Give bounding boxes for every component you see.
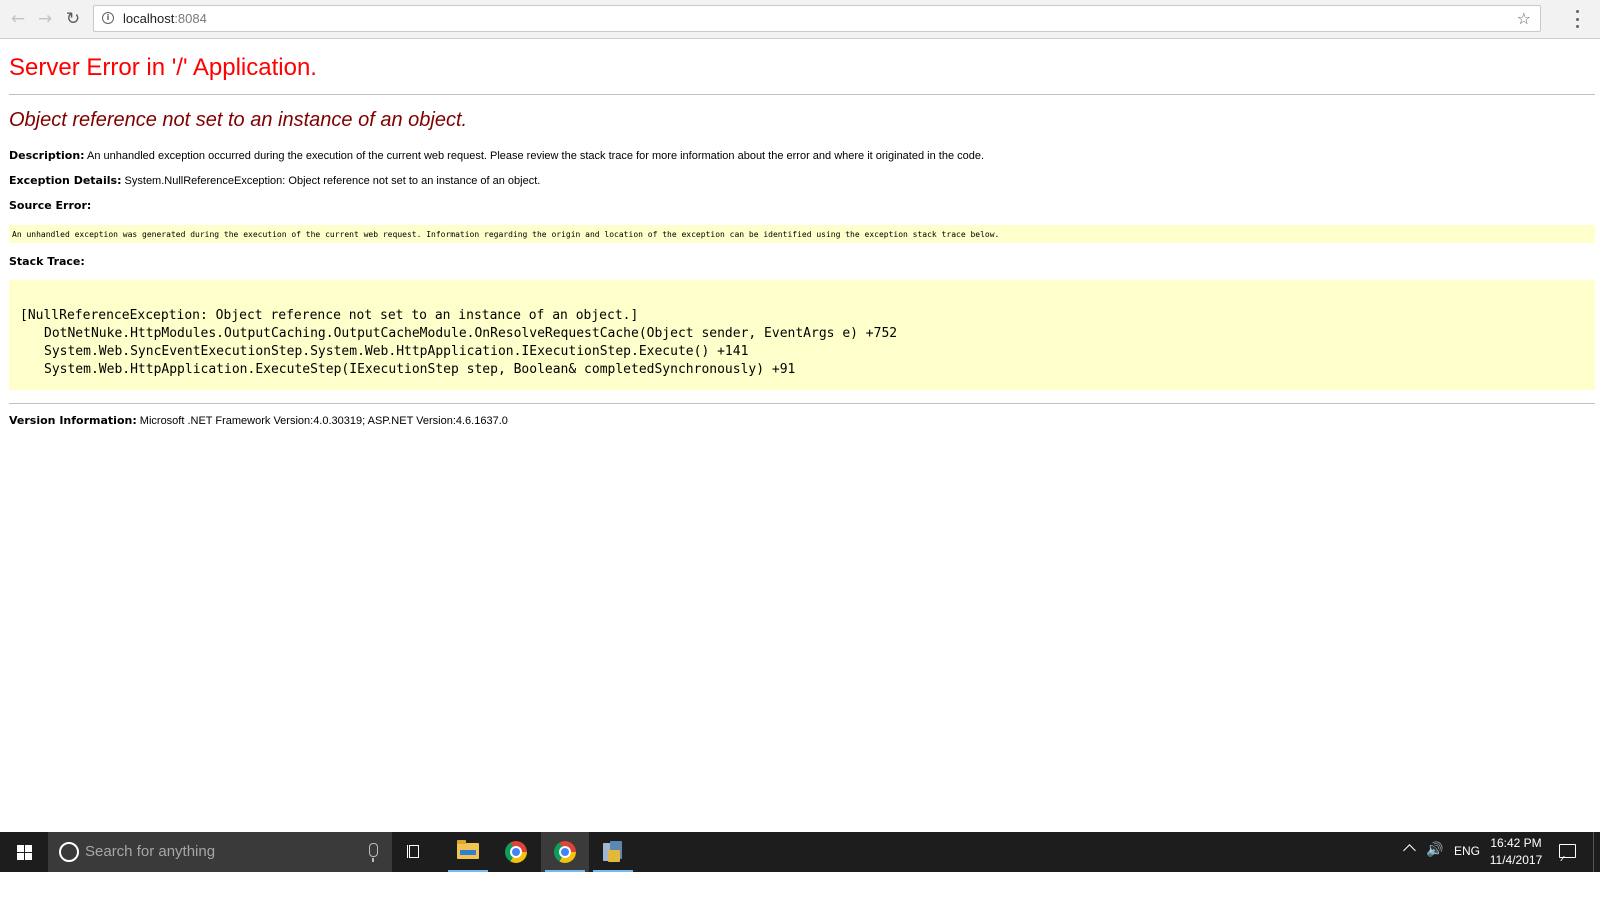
chrome-icon: [554, 841, 576, 863]
stack-trace-header: [NullReferenceException: Object referenc…: [20, 308, 639, 323]
task-view-icon[interactable]: [405, 845, 423, 859]
stack-trace-box: [NullReferenceException: Object referenc…: [9, 280, 1595, 390]
exception-details-line: Exception Details: System.NullReferenceE…: [9, 174, 540, 187]
description-label: Description:: [9, 149, 85, 162]
language-indicator[interactable]: ENG: [1454, 844, 1480, 858]
source-error-label: Source Error:: [9, 199, 92, 212]
stack-trace-label: Stack Trace:: [9, 255, 85, 268]
stack-frame: DotNetNuke.HttpModules.OutputCaching.Out…: [44, 326, 898, 341]
divider: [9, 403, 1595, 404]
speaker-icon[interactable]: 🔊: [1426, 842, 1443, 858]
show-desktop-button[interactable]: [1593, 832, 1599, 872]
iis-manager-icon: [603, 841, 623, 863]
clock-date: 11/4/2017: [1489, 853, 1543, 867]
exception-details-text: System.NullReferenceException: Object re…: [124, 175, 541, 187]
screen: ← → ↻ i localhost:8084 ☆ Server Error in…: [0, 0, 1600, 900]
divider: [9, 94, 1595, 95]
cortana-icon: [59, 842, 79, 862]
forward-arrow-icon[interactable]: →: [34, 8, 56, 30]
chrome-icon: [505, 841, 527, 863]
chevron-up-icon[interactable]: [1403, 844, 1416, 857]
star-icon[interactable]: ☆: [1517, 9, 1531, 28]
chrome-active-button[interactable]: [541, 832, 589, 872]
taskbar-search[interactable]: Search for anything: [48, 832, 392, 872]
description-text: An unhandled exception occurred during t…: [87, 150, 985, 162]
running-indicator: [593, 870, 633, 872]
stack-frame: System.Web.SyncEventExecutionStep.System…: [44, 344, 749, 359]
source-error-box: An unhandled exception was generated dur…: [9, 225, 1595, 243]
running-indicator: [545, 870, 585, 872]
info-icon[interactable]: i: [102, 12, 114, 24]
address-bar[interactable]: i localhost:8084 ☆: [93, 5, 1541, 32]
exception-details-label: Exception Details:: [9, 174, 122, 187]
description-line: Description: An unhandled exception occu…: [9, 149, 984, 162]
version-information-line: Version Information: Microsoft .NET Fram…: [9, 414, 508, 427]
chrome-button[interactable]: [492, 832, 540, 872]
clock[interactable]: 16:42 PM 11/4/2017: [1480, 835, 1552, 869]
version-label: Version Information:: [9, 414, 137, 427]
source-error-heading: Source Error:: [9, 199, 91, 212]
file-explorer-button[interactable]: [444, 832, 492, 872]
reload-icon[interactable]: ↻: [62, 8, 84, 30]
url-port: :8084: [174, 11, 207, 26]
taskbar: Search for anything 🔊 ENG 16:42 PM 11/4/…: [0, 832, 1600, 872]
clock-time: 16:42 PM: [1490, 836, 1542, 850]
url-text[interactable]: localhost:8084: [123, 11, 207, 26]
iis-manager-button[interactable]: [589, 832, 637, 872]
browser-toolbar: ← → ↻ i localhost:8084 ☆: [0, 0, 1600, 39]
folder-icon: [457, 840, 479, 859]
version-text: Microsoft .NET Framework Version:4.0.303…: [139, 415, 508, 427]
page-title: Server Error in '/' Application.: [9, 54, 317, 81]
back-arrow-icon[interactable]: ←: [7, 8, 29, 30]
start-button[interactable]: [0, 832, 48, 872]
three-dots-menu-icon[interactable]: [1576, 10, 1580, 28]
url-host: localhost: [123, 11, 175, 26]
stack-trace-heading: Stack Trace:: [9, 255, 85, 268]
search-placeholder: Search for anything: [85, 843, 216, 860]
exception-title: Object reference not set to an instance …: [9, 109, 468, 131]
windows-logo-icon: [17, 845, 32, 860]
microphone-icon[interactable]: [369, 843, 378, 862]
stack-frame: System.Web.HttpApplication.ExecuteStep(I…: [44, 362, 796, 377]
notification-icon[interactable]: [1559, 844, 1576, 858]
running-indicator: [448, 870, 488, 872]
